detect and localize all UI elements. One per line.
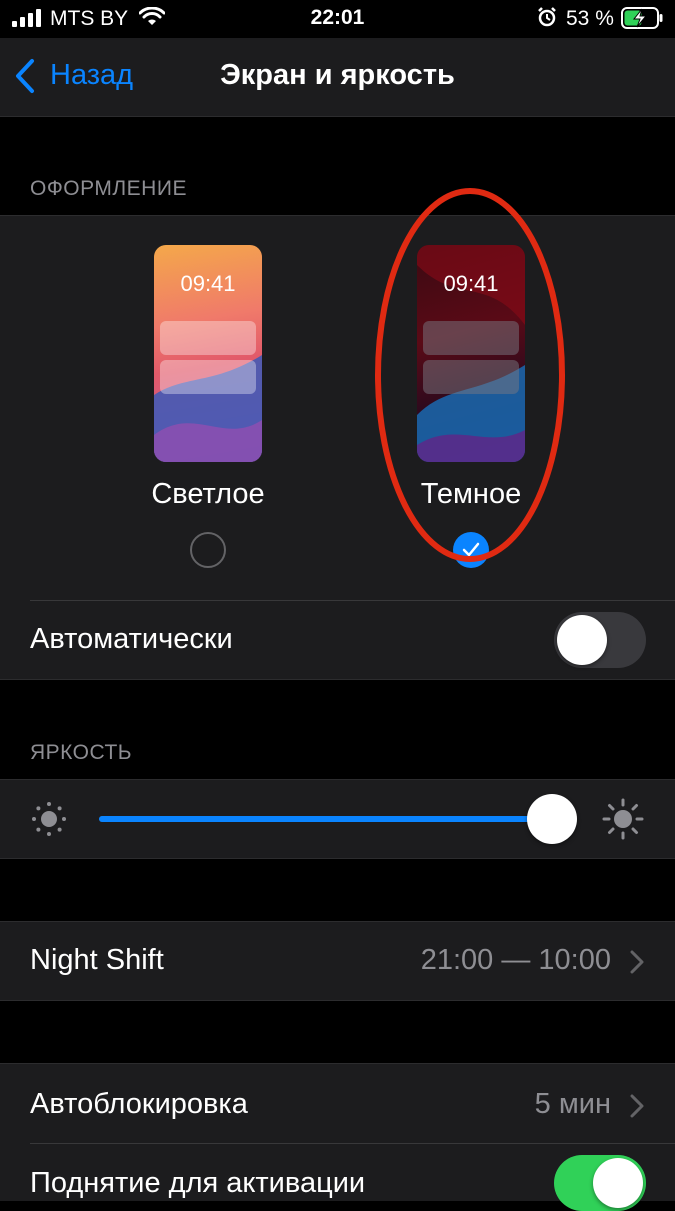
- raise-to-wake-label: Поднятие для активации: [30, 1167, 366, 1199]
- night-shift-row[interactable]: Night Shift 21:00 — 10:00: [0, 921, 675, 1001]
- night-shift-schedule: 21:00 — 10:00: [420, 944, 611, 976]
- light-mode-radio[interactable]: [190, 532, 226, 568]
- alarm-icon: [538, 7, 556, 27]
- autolock-value: 5 мин: [534, 1088, 611, 1120]
- notification-placeholder: [160, 360, 256, 394]
- appearance-group: 09:41 Светлое 09:41 Темное Автоматически: [0, 188, 675, 680]
- brightness-high-icon: [602, 798, 644, 840]
- brightness-slider[interactable]: [99, 794, 577, 844]
- chevron-right-icon: [630, 950, 644, 974]
- page-title: Экран и яркость: [220, 59, 455, 91]
- annotation-ellipse: [375, 188, 565, 562]
- navigation-bar: Назад Экран и яркость: [0, 38, 675, 117]
- slider-thumb[interactable]: [527, 794, 577, 844]
- night-shift-label: Night Shift: [30, 944, 164, 976]
- chevron-right-icon: [630, 1094, 644, 1118]
- automatic-label: Автоматически: [30, 623, 233, 655]
- battery-charging-icon: [621, 7, 663, 29]
- light-mode-label: Светлое: [151, 478, 265, 510]
- raise-to-wake-row[interactable]: Поднятие для активации: [0, 1144, 675, 1211]
- brightness-group: [0, 779, 675, 859]
- toggle-knob: [557, 615, 607, 665]
- light-mode-option[interactable]: 09:41 Светлое: [108, 216, 308, 600]
- autolock-label: Автоблокировка: [30, 1088, 248, 1120]
- light-preview-time: 09:41: [180, 271, 236, 296]
- battery-percentage: 53 %: [566, 7, 614, 30]
- slider-fill: [99, 816, 554, 822]
- lock-group: Автоблокировка 5 мин Поднятие для актива…: [0, 1063, 675, 1211]
- appearance-section-header: ОФОРМЛЕНИЕ: [30, 177, 187, 200]
- brightness-low-icon: [32, 802, 66, 836]
- light-mode-preview[interactable]: 09:41: [154, 245, 262, 462]
- toggle-knob: [593, 1158, 643, 1208]
- automatic-row[interactable]: Автоматически: [0, 601, 675, 679]
- autolock-row[interactable]: Автоблокировка 5 мин: [0, 1064, 675, 1142]
- brightness-section-header: ЯРКОСТЬ: [30, 741, 133, 764]
- automatic-toggle[interactable]: [554, 612, 646, 668]
- notification-placeholder: [160, 321, 256, 355]
- status-bar: MTS BY 22:01 53 %: [0, 0, 675, 38]
- raise-to-wake-toggle[interactable]: [554, 1155, 646, 1211]
